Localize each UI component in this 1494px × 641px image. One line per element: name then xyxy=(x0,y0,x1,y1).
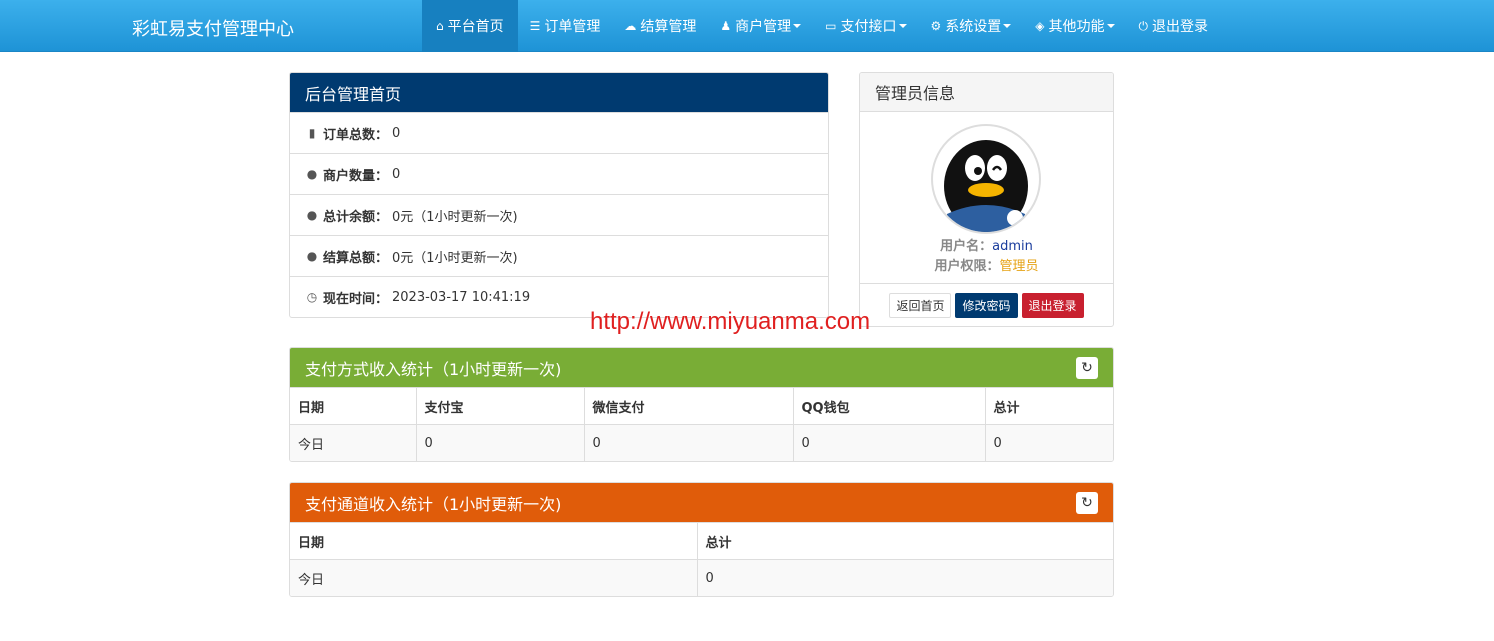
caret-down-icon xyxy=(1003,24,1012,28)
refresh-icon[interactable]: ↻ xyxy=(1076,357,1098,379)
table-cell: 今日 xyxy=(290,424,417,461)
avatar xyxy=(931,124,1041,234)
nav-orders[interactable]: ☰ 订单管理 xyxy=(518,0,613,52)
bar-chart-icon: ▮ xyxy=(308,126,316,140)
nav-logout[interactable]: ⏻ 退出登录 xyxy=(1127,0,1221,52)
change-password-button[interactable]: 修改密码 xyxy=(955,293,1018,318)
cube-icon: ◈ xyxy=(1035,19,1045,33)
list-item: ▮ 订单总数： 0 xyxy=(290,112,828,153)
list-item: ● 结算总额： 0元（1小时更新一次) xyxy=(290,235,828,276)
table-cell: 0 xyxy=(985,424,1113,461)
nav-other[interactable]: ◈ 其他功能 xyxy=(1023,0,1126,52)
username-line: 用户名：admin xyxy=(940,239,1033,254)
table-cell: 0 xyxy=(416,424,585,461)
caret-down-icon xyxy=(898,24,907,28)
table-cell: 0 xyxy=(584,424,794,461)
table-header: 日期 xyxy=(290,387,417,425)
watermark: http://www.miyuanma.com xyxy=(590,308,871,335)
nav-merchants[interactable]: ♟ 商户管理 xyxy=(708,0,813,52)
table-cell: 今日 xyxy=(290,559,698,596)
table-header: 总计 xyxy=(697,522,1113,560)
caret-down-icon xyxy=(793,24,802,28)
channel-stats-title: 支付通道收入统计（1小时更新一次) ↻ xyxy=(290,483,1113,522)
table-header: QQ钱包 xyxy=(793,387,986,425)
top-navbar: 彩虹易支付管理中心 ⌂ 平台首页 ☰ 订单管理 ☁ 结算管理 ♟ 商户管理 ▭ 支付接口 … xyxy=(0,0,1494,52)
table-cell: 0 xyxy=(697,559,1113,596)
overview-panel: 后台管理首页 ▮ 订单总数： 0 ● 商户数量： 0 ● 总计余额： 0元（1小时更新一次)… xyxy=(289,72,829,318)
table-header: 微信支付 xyxy=(584,387,794,425)
channel-table: 日期 总计 今日 0 xyxy=(290,522,1113,596)
main-nav: ⌂ 平台首页 ☰ 订单管理 ☁ 结算管理 ♟ 商户管理 ▭ 支付接口 ⚙ 系统设置 ◈ 其他功… xyxy=(422,0,1220,52)
brand-title[interactable]: 彩虹易支付管理中心 xyxy=(132,15,294,41)
overview-title: 后台管理首页 xyxy=(290,73,828,112)
home-icon: ⌂ xyxy=(436,19,444,33)
table-cell: 0 xyxy=(793,424,986,461)
nav-system-settings[interactable]: ⚙ 系统设置 xyxy=(919,0,1024,52)
cloud-icon: ☁ xyxy=(624,19,637,33)
gear-icon: ⚙ xyxy=(930,19,942,33)
credit-card-icon: ▭ xyxy=(825,19,837,33)
table-row: 今日 0 0 0 0 xyxy=(290,424,1113,461)
admin-info-title: 管理员信息 xyxy=(860,73,1113,112)
nav-settlement[interactable]: ☁ 结算管理 xyxy=(612,0,708,52)
logout-button[interactable]: 退出登录 xyxy=(1021,293,1084,318)
nav-payment-api[interactable]: ▭ 支付接口 xyxy=(813,0,918,52)
admin-actions: 返回首页 修改密码 退出登录 xyxy=(860,283,1113,326)
drop-icon: ● xyxy=(306,249,318,263)
payment-method-table: 日期 支付宝 微信支付 QQ钱包 总计 今日 0 0 0 0 xyxy=(290,387,1113,461)
payment-method-stats-title: 支付方式收入统计（1小时更新一次) ↻ xyxy=(290,348,1113,387)
table-row: 今日 0 xyxy=(290,559,1113,596)
penguin-avatar-icon xyxy=(944,140,1028,232)
table-header: 支付宝 xyxy=(416,387,585,425)
list-item: ● 总计余额： 0元（1小时更新一次) xyxy=(290,194,828,235)
back-home-button[interactable]: 返回首页 xyxy=(889,293,952,318)
power-icon: ⏻ xyxy=(1138,18,1149,33)
nav-home[interactable]: ⌂ 平台首页 xyxy=(422,0,518,52)
list-icon: ☰ xyxy=(529,19,541,33)
user-icon: ♟ xyxy=(720,19,732,33)
refresh-icon[interactable]: ↻ xyxy=(1076,492,1098,514)
table-header: 日期 xyxy=(290,522,698,560)
drop-icon: ● xyxy=(306,167,318,181)
payment-method-stats-panel: 支付方式收入统计（1小时更新一次) ↻ 日期 支付宝 微信支付 QQ钱包 总计 … xyxy=(289,347,1114,462)
list-item: ● 商户数量： 0 xyxy=(290,153,828,194)
admin-info-panel: 管理员信息 用户名：admin 用户权限：管理员 返回首页 修改密码 退出登录 xyxy=(859,72,1114,327)
channel-stats-panel: 支付通道收入统计（1小时更新一次) ↻ 日期 总计 今日 0 xyxy=(289,482,1114,597)
table-header: 总计 xyxy=(985,387,1113,425)
clock-icon: ◷ xyxy=(306,290,318,304)
caret-down-icon xyxy=(1106,24,1115,28)
role-line: 用户权限：管理员 xyxy=(934,259,1039,274)
drop-icon: ● xyxy=(306,208,318,222)
